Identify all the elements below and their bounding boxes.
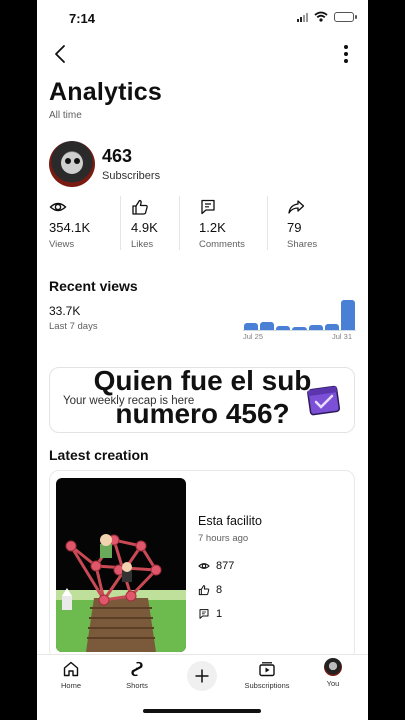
back-arrow-icon[interactable]: [49, 42, 73, 66]
subscriber-count: 463: [102, 146, 133, 166]
comment-icon: [199, 609, 209, 619]
video-likes: 8: [216, 584, 223, 596]
metric-value: 79: [287, 220, 302, 235]
caption-line: Quien fue el sub: [93, 365, 312, 397]
metric-label: Comments: [199, 239, 245, 250]
status-icons: [297, 11, 357, 22]
avatar: [324, 658, 342, 676]
divider: [179, 196, 180, 250]
eye-icon: [49, 202, 67, 212]
wifi-icon: [314, 11, 328, 22]
video-comments: 1: [216, 608, 223, 620]
nav-label: Home: [60, 681, 81, 690]
metric-likes[interactable]: 4.9K Likes: [131, 194, 191, 254]
divider: [267, 196, 268, 250]
metric-views[interactable]: 354.1K Views: [49, 194, 119, 254]
nav-label: Subscriptions: [244, 681, 290, 690]
metric-label: Shares: [287, 239, 318, 250]
recent-views-period: Last 7 days: [49, 321, 98, 332]
thumbs-up-icon: [198, 585, 210, 596]
channel-avatar[interactable]: [49, 141, 95, 187]
thumbs-up-icon: [132, 199, 148, 215]
signal-icon: [297, 12, 308, 22]
chart-axis: [243, 330, 356, 331]
overlay-caption: Quien fue el sub numero 456?: [37, 365, 368, 431]
more-options-icon[interactable]: [338, 45, 354, 63]
video-age: 7 hours ago: [198, 533, 249, 544]
latest-creation-title: Latest creation: [49, 447, 149, 463]
video-title[interactable]: Esta facilito: [198, 514, 262, 528]
x-tick-label: Jul 25: [243, 332, 264, 341]
shorts-icon: [131, 661, 143, 677]
recent-views-chart[interactable]: [243, 300, 356, 330]
video-thumbnail[interactable]: [56, 478, 186, 652]
x-tick-label: Jul 31: [332, 332, 353, 341]
video-views: 877: [216, 560, 235, 572]
nav-you[interactable]: You: [315, 655, 351, 695]
chart-bar: [340, 300, 355, 330]
nav-subscriptions[interactable]: Subscriptions: [239, 655, 295, 695]
eye-icon: [198, 563, 210, 569]
video-likes-stat: 8: [198, 582, 222, 598]
nav-label: Shorts: [126, 681, 148, 690]
share-icon: [288, 200, 305, 214]
subscriptions-icon: [259, 662, 275, 677]
metrics-row: 354.1K Views 4.9K Likes 1.2K Comments 79: [37, 194, 368, 254]
nav-label: You: [326, 679, 340, 688]
metric-value: 1.2K: [199, 220, 226, 235]
metric-value: 354.1K: [49, 220, 91, 235]
plus-icon: [195, 669, 209, 683]
page-title: Analytics: [49, 78, 162, 106]
metric-shares[interactable]: 79 Shares: [287, 194, 347, 254]
metric-comments[interactable]: 1.2K Comments: [199, 194, 269, 254]
top-bar: [37, 40, 368, 68]
battery-icon: [334, 11, 357, 22]
chart-bar: [244, 322, 259, 330]
recent-views-title: Recent views: [49, 278, 138, 294]
recent-views-value: 33.7K: [49, 304, 81, 318]
nav-home[interactable]: Home: [51, 655, 91, 695]
metric-label: Views: [49, 239, 75, 250]
metric-label: Likes: [131, 239, 154, 250]
video-views-stat: 877: [198, 558, 234, 574]
status-bar: 7:14: [37, 0, 368, 36]
nav-shorts[interactable]: Shorts: [117, 655, 157, 695]
video-comments-stat: 1: [198, 606, 222, 622]
divider: [120, 196, 121, 250]
home-indicator: [143, 709, 261, 713]
phone-screen: 7:14 Analytics All time 463 Subscribers: [37, 0, 368, 720]
status-time: 7:14: [69, 11, 96, 26]
subscriber-label: Subscribers: [102, 170, 161, 182]
caption-line: numero 456?: [115, 397, 290, 429]
thumbnail-art: [56, 534, 186, 652]
period-label: All time: [49, 110, 82, 121]
chart-bar: [260, 321, 275, 330]
comment-icon: [201, 199, 215, 215]
create-button[interactable]: [187, 661, 217, 691]
home-icon: [63, 661, 79, 677]
metric-value: 4.9K: [131, 220, 158, 235]
